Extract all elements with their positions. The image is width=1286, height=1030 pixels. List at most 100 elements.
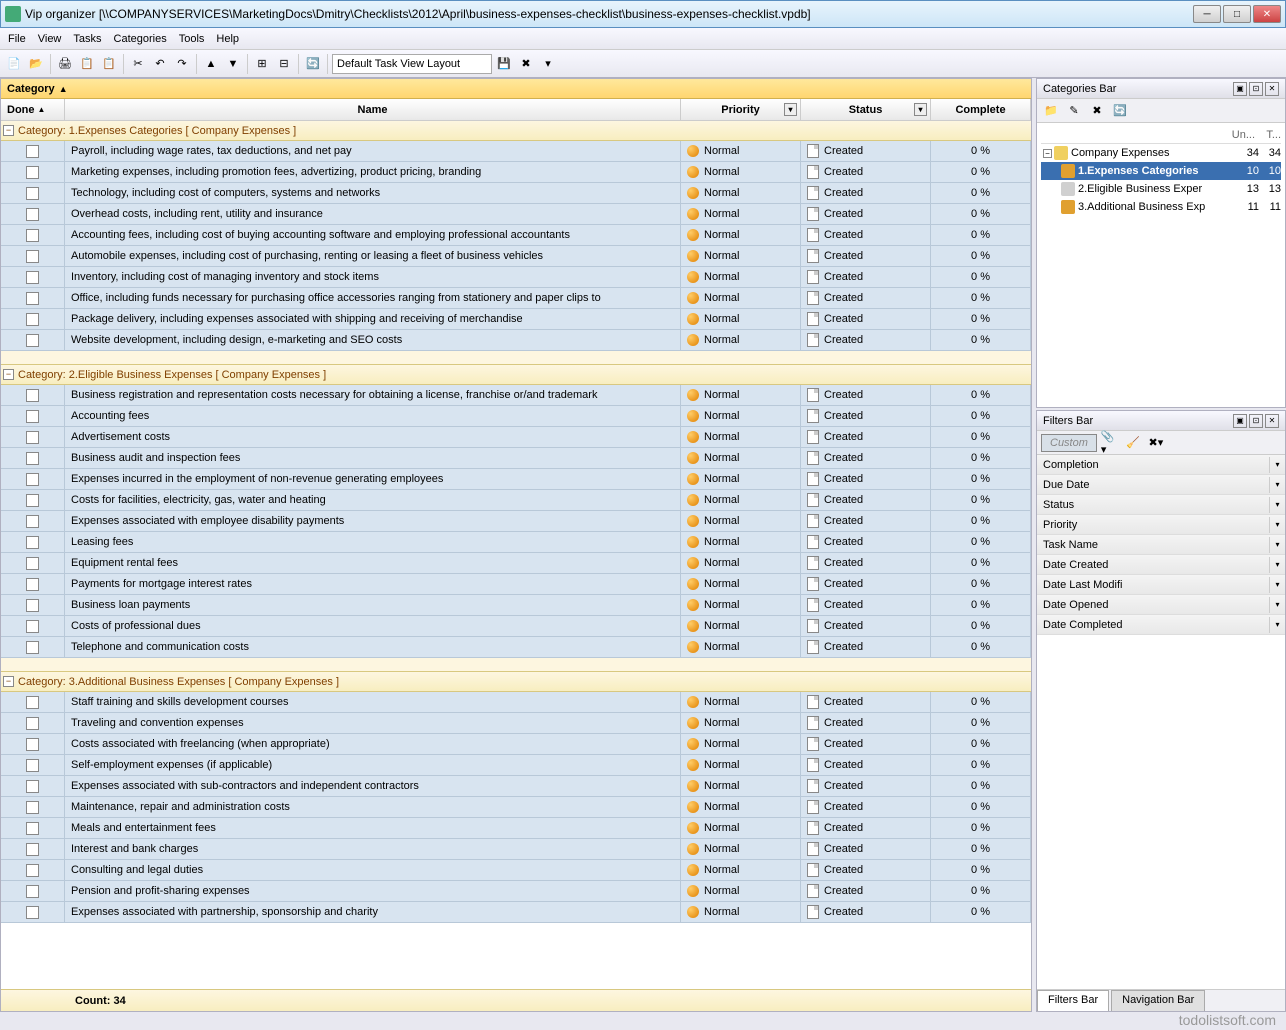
task-row[interactable]: Costs for facilities, electricity, gas, …: [1, 490, 1031, 511]
filter-dropdown-icon[interactable]: ▾: [784, 103, 797, 116]
layout-dropdown-icon[interactable]: ▾: [538, 54, 558, 74]
col-name[interactable]: Name: [65, 99, 681, 120]
checkbox[interactable]: [26, 187, 39, 200]
toolbar-refresh-icon[interactable]: 🔄: [303, 54, 323, 74]
checkbox[interactable]: [26, 431, 39, 444]
done-cell[interactable]: [1, 839, 65, 859]
tree-item[interactable]: 2.Eligible Business Exper1313: [1041, 180, 1281, 198]
done-cell[interactable]: [1, 448, 65, 468]
done-cell[interactable]: [1, 755, 65, 775]
task-row[interactable]: Package delivery, including expenses ass…: [1, 309, 1031, 330]
cat-delete-icon[interactable]: ✖: [1087, 101, 1107, 121]
dropdown-icon[interactable]: ▾: [1269, 517, 1285, 533]
panel-pin-icon[interactable]: ⊡: [1249, 414, 1263, 428]
toolbar-cut-icon[interactable]: ✂: [128, 54, 148, 74]
filter-row[interactable]: Status▾: [1037, 495, 1285, 515]
done-cell[interactable]: [1, 902, 65, 922]
task-row[interactable]: Equipment rental feesNormalCreated0 %: [1, 553, 1031, 574]
checkbox[interactable]: [26, 292, 39, 305]
menu-file[interactable]: File: [8, 33, 26, 45]
done-cell[interactable]: [1, 309, 65, 329]
expand-icon[interactable]: −: [3, 125, 14, 136]
menu-categories[interactable]: Categories: [114, 33, 167, 45]
checkbox[interactable]: [26, 717, 39, 730]
done-cell[interactable]: [1, 734, 65, 754]
task-row[interactable]: Payments for mortgage interest ratesNorm…: [1, 574, 1031, 595]
menu-view[interactable]: View: [38, 33, 62, 45]
dropdown-icon[interactable]: ▾: [1269, 577, 1285, 593]
layout-delete-icon[interactable]: ✖: [516, 54, 536, 74]
layout-save-icon[interactable]: 💾: [494, 54, 514, 74]
filter-row[interactable]: Date Created▾: [1037, 555, 1285, 575]
toolbar-print-icon[interactable]: 🖨: [55, 54, 75, 74]
done-cell[interactable]: [1, 860, 65, 880]
tree-item[interactable]: −Company Expenses3434: [1041, 144, 1281, 162]
task-row[interactable]: Leasing feesNormalCreated0 %: [1, 532, 1031, 553]
done-cell[interactable]: [1, 881, 65, 901]
col-priority[interactable]: Priority▾: [681, 99, 801, 120]
checkbox[interactable]: [26, 696, 39, 709]
maximize-button[interactable]: □: [1223, 5, 1251, 23]
task-row[interactable]: Advertisement costsNormalCreated0 %: [1, 427, 1031, 448]
checkbox[interactable]: [26, 801, 39, 814]
task-row[interactable]: Business audit and inspection feesNormal…: [1, 448, 1031, 469]
category-row[interactable]: −Category: 2.Eligible Business Expenses …: [1, 365, 1031, 385]
checkbox[interactable]: [26, 864, 39, 877]
close-button[interactable]: ✕: [1253, 5, 1281, 23]
checkbox[interactable]: [26, 208, 39, 221]
filter-add-icon[interactable]: 📎▾: [1100, 433, 1120, 453]
expand-icon[interactable]: −: [3, 369, 14, 380]
group-by-header[interactable]: Category▲: [1, 79, 1031, 99]
menu-tools[interactable]: Tools: [179, 33, 205, 45]
panel-close-icon[interactable]: ✕: [1265, 82, 1279, 96]
panel-auto-hide-icon[interactable]: ▣: [1233, 414, 1247, 428]
filter-row[interactable]: Task Name▾: [1037, 535, 1285, 555]
checkbox[interactable]: [26, 334, 39, 347]
checkbox[interactable]: [26, 389, 39, 402]
done-cell[interactable]: [1, 162, 65, 182]
done-cell[interactable]: [1, 616, 65, 636]
toolbar-expand-icon[interactable]: ⊞: [252, 54, 272, 74]
toolbar-new-icon[interactable]: 📄: [4, 54, 24, 74]
checkbox[interactable]: [26, 578, 39, 591]
task-row[interactable]: Business loan paymentsNormalCreated0 %: [1, 595, 1031, 616]
checkbox[interactable]: [26, 410, 39, 423]
task-row[interactable]: Expenses associated with sub-contractors…: [1, 776, 1031, 797]
checkbox[interactable]: [26, 843, 39, 856]
checkbox[interactable]: [26, 536, 39, 549]
done-cell[interactable]: [1, 225, 65, 245]
done-cell[interactable]: [1, 204, 65, 224]
custom-filter-button[interactable]: Custom: [1041, 434, 1097, 452]
checkbox[interactable]: [26, 641, 39, 654]
dropdown-icon[interactable]: ▾: [1269, 617, 1285, 633]
checkbox[interactable]: [26, 250, 39, 263]
panel-pin-icon[interactable]: ⊡: [1249, 82, 1263, 96]
dropdown-icon[interactable]: ▾: [1269, 477, 1285, 493]
task-row[interactable]: Accounting feesNormalCreated0 %: [1, 406, 1031, 427]
checkbox[interactable]: [26, 599, 39, 612]
done-cell[interactable]: [1, 490, 65, 510]
checkbox[interactable]: [26, 494, 39, 507]
menu-tasks[interactable]: Tasks: [73, 33, 101, 45]
toolbar-open-icon[interactable]: 📂: [26, 54, 46, 74]
done-cell[interactable]: [1, 713, 65, 733]
dropdown-icon[interactable]: ▾: [1269, 537, 1285, 553]
task-row[interactable]: Costs associated with freelancing (when …: [1, 734, 1031, 755]
task-row[interactable]: Technology, including cost of computers,…: [1, 183, 1031, 204]
task-row[interactable]: Self-employment expenses (if applicable)…: [1, 755, 1031, 776]
category-tree[interactable]: Un...T... −Company Expenses34341.Expense…: [1037, 123, 1285, 407]
done-cell[interactable]: [1, 637, 65, 657]
task-row[interactable]: Automobile expenses, including cost of p…: [1, 246, 1031, 267]
task-row[interactable]: Telephone and communication costsNormalC…: [1, 637, 1031, 658]
done-cell[interactable]: [1, 574, 65, 594]
task-row[interactable]: Maintenance, repair and administration c…: [1, 797, 1031, 818]
task-row[interactable]: Expenses associated with partnership, sp…: [1, 902, 1031, 923]
task-row[interactable]: Expenses associated with employee disabi…: [1, 511, 1031, 532]
task-row[interactable]: Costs of professional duesNormalCreated0…: [1, 616, 1031, 637]
menu-help[interactable]: Help: [216, 33, 239, 45]
task-row[interactable]: Expenses incurred in the employment of n…: [1, 469, 1031, 490]
task-row[interactable]: Pension and profit-sharing expensesNorma…: [1, 881, 1031, 902]
done-cell[interactable]: [1, 797, 65, 817]
done-cell[interactable]: [1, 776, 65, 796]
tab-filters-bar[interactable]: Filters Bar: [1037, 990, 1109, 1011]
